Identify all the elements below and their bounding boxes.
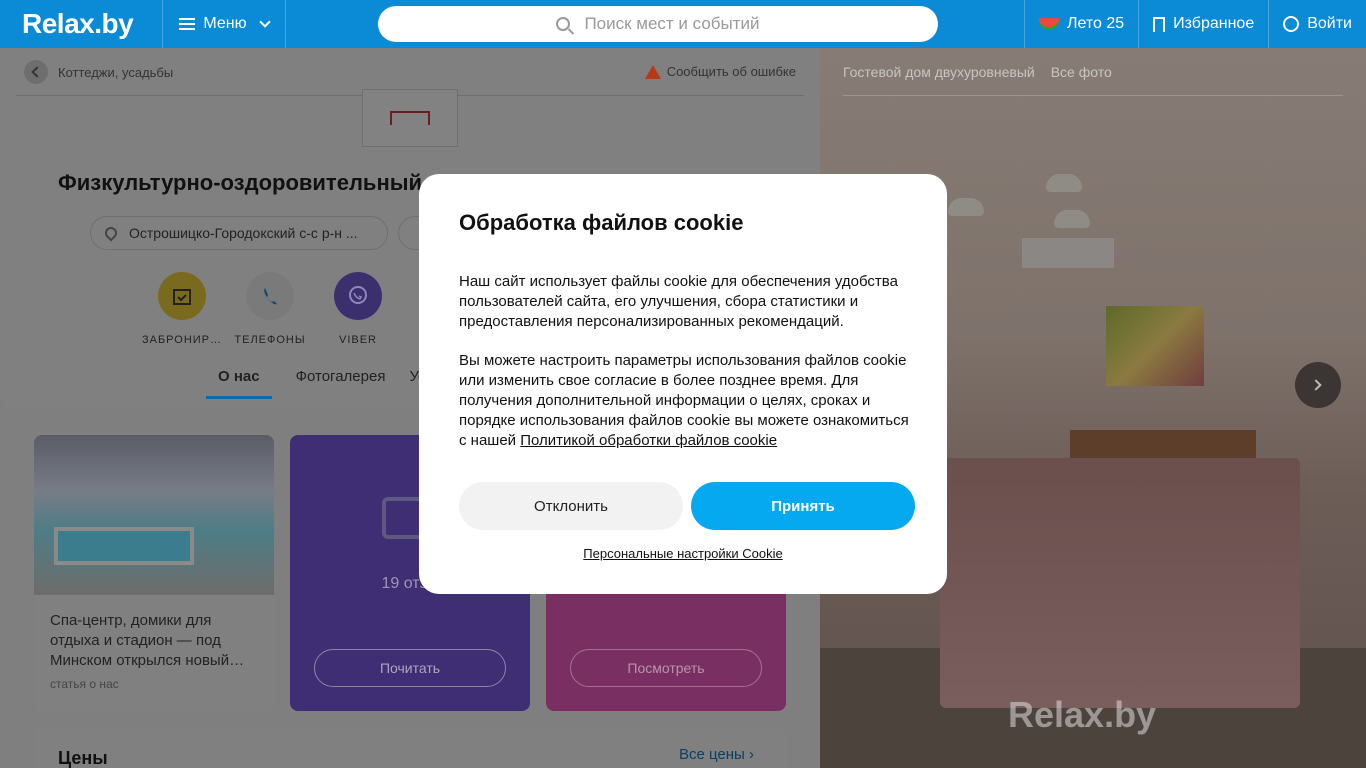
article-card[interactable]: Спа-центр, домики для отдыха и стадион —… [34, 435, 274, 711]
favorites-label: Избранное [1173, 15, 1255, 32]
prices-section: Цены Все цены › [34, 728, 786, 768]
accept-button[interactable]: Принять [691, 482, 915, 530]
chevron-right-icon [1310, 379, 1322, 391]
viber-action[interactable]: VIBER [326, 272, 390, 346]
chevron-down-icon [258, 16, 271, 28]
read-reviews-button[interactable]: Почитать [314, 649, 506, 687]
search-icon [556, 17, 571, 31]
booking-label: ЗАБРОНИР… [141, 334, 223, 346]
photo-caption: Гостевой дом двухуровневый [843, 64, 1035, 80]
business-logo [362, 89, 458, 147]
dialog-title: Обработка файлов cookie [459, 210, 744, 235]
breadcrumb-label[interactable]: Коттеджи, усадьбы [58, 65, 173, 80]
next-photo-button[interactable] [1295, 362, 1341, 408]
cookie-settings-description: Вы можете настроить параметры использова… [459, 351, 911, 451]
menu-label: Меню [203, 15, 247, 32]
contact-actions: ЗАБРОНИР… ТЕЛЕФОНЫ VIBER [142, 272, 390, 346]
user-icon [1283, 16, 1300, 32]
warning-icon [644, 64, 661, 79]
chandelier-lamp [948, 198, 984, 216]
site-logo[interactable]: Relax.by [22, 8, 134, 40]
summer-label: Лето 25 [1066, 15, 1125, 32]
article-subtitle: статья о нас [50, 677, 119, 691]
address-label: Острошицко-Городокский с-с р-н ... [129, 225, 358, 241]
article-photo [34, 435, 274, 595]
favorites-link[interactable]: Избранное [1138, 0, 1268, 48]
all-photos-link[interactable]: Все фото [1051, 64, 1112, 80]
top-navigation-bar: Relax.by Меню Поиск мест и событий Лето … [0, 0, 1366, 48]
summer-link[interactable]: Лето 25 [1023, 0, 1138, 48]
all-prices-link[interactable]: Все цены › [679, 746, 754, 763]
air-conditioner [1022, 238, 1114, 268]
divider [843, 95, 1343, 96]
bookmark-icon [1153, 16, 1166, 32]
logo-roof-icon [390, 111, 430, 125]
header-actions: Лето 25 Избранное Войти [1023, 0, 1366, 48]
decline-button[interactable]: Отклонить [459, 482, 683, 530]
menu-button[interactable]: Меню [162, 0, 286, 48]
phone-icon [246, 272, 294, 320]
hamburger-icon [179, 18, 196, 30]
cookie-description: Наш сайт использует файлы cookie для обе… [459, 273, 898, 330]
bed [940, 458, 1300, 708]
listing-tabs: О нас Фотогалерея Усл [206, 368, 434, 399]
wall-painting [1106, 306, 1204, 386]
cookie-consent-dialog: Обработка файлов cookie Наш сайт использ… [419, 174, 947, 594]
tab-gallery[interactable]: Фотогалерея [296, 368, 386, 385]
tab-about[interactable]: О нас [206, 368, 272, 399]
viber-label: VIBER [338, 334, 377, 346]
chandelier-lamp [1054, 210, 1090, 228]
report-error-link[interactable]: Сообщить об ошибке [644, 64, 796, 79]
breadcrumb[interactable]: Коттеджи, усадьбы [24, 60, 173, 84]
watermark: Relax.by [1008, 694, 1157, 735]
view-gallery-button[interactable]: Посмотреть [570, 649, 762, 687]
login-link[interactable]: Войти [1268, 0, 1366, 48]
photo-header: Гостевой дом двухуровневый Все фото [843, 64, 1112, 80]
prices-title: Цены [58, 748, 108, 768]
viber-icon [334, 272, 382, 320]
search-input[interactable]: Поиск мест и событий [378, 6, 938, 42]
address-chip[interactable]: Острошицко-Городокский с-с р-н ... [90, 216, 388, 250]
phones-label: ТЕЛЕФОНЫ [234, 334, 306, 346]
booking-action[interactable]: ЗАБРОНИР… [142, 272, 221, 346]
cookie-settings-link[interactable]: Персональные настройки Cookie [419, 546, 947, 561]
cookie-policy-link[interactable]: Политикой обработки файлов cookie [520, 432, 777, 449]
search-placeholder: Поиск мест и событий [584, 14, 760, 33]
phones-action[interactable]: ТЕЛЕФОНЫ [234, 272, 305, 346]
report-error-label: Сообщить об ошибке [666, 64, 796, 79]
back-arrow-icon[interactable] [24, 60, 48, 84]
calendar-check-icon [158, 272, 206, 320]
watermelon-icon [1038, 18, 1059, 30]
article-text: Спа-центр, домики для отдыха и стадион —… [50, 612, 245, 669]
chandelier-lamp [1046, 174, 1082, 192]
location-pin-icon [102, 224, 120, 242]
login-label: Войти [1307, 15, 1352, 32]
